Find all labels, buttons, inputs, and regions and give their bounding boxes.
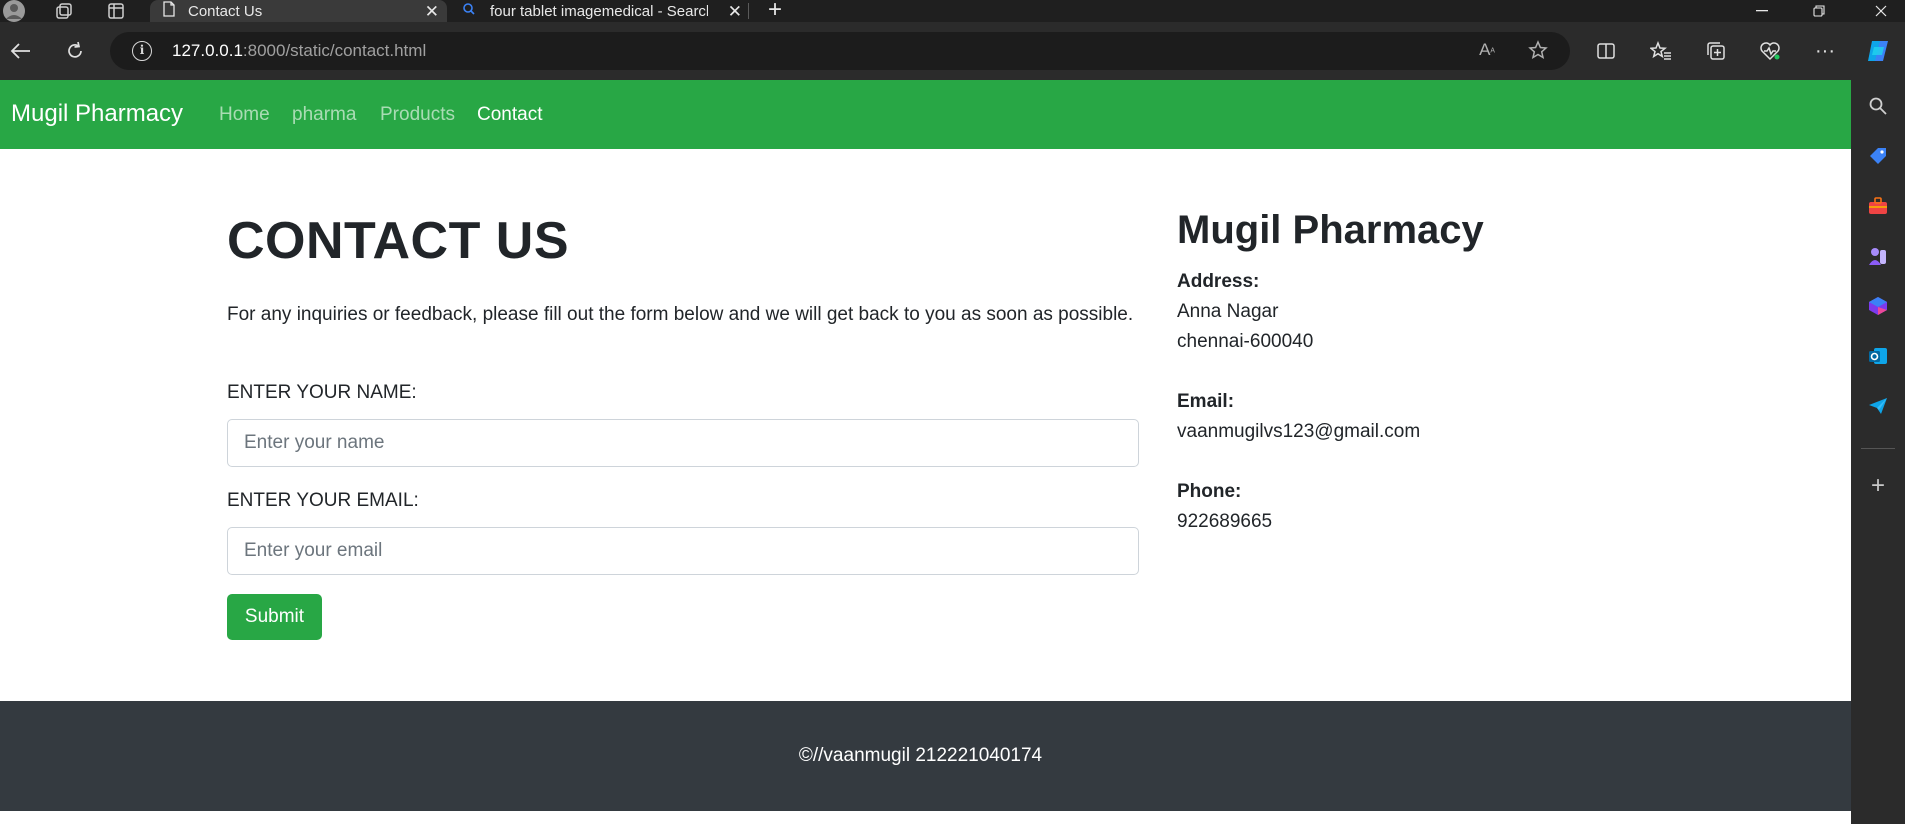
tab-actions-icon[interactable]: [102, 0, 130, 22]
new-tab-icon[interactable]: +: [762, 0, 788, 22]
search-icon: [462, 2, 476, 20]
tools-icon[interactable]: [1864, 192, 1892, 220]
tab-search[interactable]: four tablet imagemedical - Search ✕: [452, 0, 750, 22]
browser-essentials-icon[interactable]: [1754, 36, 1786, 66]
page-title: CONTACT US: [227, 212, 570, 270]
close-icon[interactable]: ✕: [425, 2, 439, 22]
info-icon[interactable]: i: [132, 41, 152, 61]
address-line: Anna Nagar: [1177, 301, 1279, 322]
close-window-icon[interactable]: [1857, 0, 1905, 22]
tab-strip: Contact Us ✕ four tablet imagemedical - …: [0, 0, 1905, 22]
profile-icon[interactable]: [0, 0, 28, 22]
workspaces-icon[interactable]: [50, 0, 78, 22]
tab-title: four tablet imagemedical - Search: [490, 2, 708, 20]
tab-contact-us[interactable]: Contact Us ✕: [150, 0, 447, 22]
phone-label: Phone:: [1177, 481, 1242, 502]
url-bar[interactable]: i 127.0.0.1:8000/static/contact.html Aᴬ: [110, 32, 1570, 70]
email-info-label: Email:: [1177, 391, 1235, 412]
email-value: vaanmugilvs123@gmail.com: [1177, 421, 1421, 442]
sidebar-search-icon[interactable]: [1864, 92, 1892, 120]
url-text[interactable]: 127.0.0.1:8000/static/contact.html: [172, 41, 426, 61]
outlook-icon[interactable]: [1864, 342, 1892, 370]
footer-text: ©//vaanmugil 212221040174: [798, 745, 1043, 766]
address-line: chennai-600040: [1177, 331, 1314, 352]
favorites-icon[interactable]: [1645, 36, 1677, 66]
navbar: Mugil Pharmacy Home pharma Products Cont…: [0, 80, 1851, 149]
phone-value: 922689665: [1177, 511, 1273, 532]
read-aloud-icon[interactable]: Aᴬ: [1475, 40, 1499, 62]
footer: ©//vaanmugil 212221040174: [0, 701, 1851, 811]
address-toolbar: i 127.0.0.1:8000/static/contact.html Aᴬ …: [0, 22, 1905, 80]
email-input[interactable]: [227, 527, 1139, 575]
nav-link-pharma[interactable]: pharma: [292, 104, 356, 126]
address-label: Address:: [1177, 271, 1260, 292]
edge-sidebar: +: [1851, 80, 1905, 824]
microsoft-365-icon[interactable]: [1864, 292, 1892, 320]
favorite-star-icon[interactable]: [1526, 40, 1550, 62]
refresh-icon[interactable]: [56, 33, 94, 69]
nav-link-contact[interactable]: Contact: [477, 104, 542, 126]
page-viewport: Mugil Pharmacy Home pharma Products Cont…: [0, 80, 1851, 824]
email-label: ENTER YOUR EMAIL:: [227, 490, 419, 511]
nav-link-products[interactable]: Products: [380, 104, 455, 126]
tab-separator: [748, 3, 749, 19]
minimize-icon[interactable]: [1738, 0, 1786, 22]
collections-icon[interactable]: [1700, 36, 1732, 66]
back-icon[interactable]: [2, 33, 40, 69]
name-label: ENTER YOUR NAME:: [227, 382, 417, 403]
drop-icon[interactable]: [1864, 392, 1892, 420]
restore-icon[interactable]: [1795, 0, 1843, 22]
sidebar-divider: [1861, 448, 1895, 449]
more-icon[interactable]: ···: [1809, 36, 1841, 66]
navbar-brand[interactable]: Mugil Pharmacy: [11, 100, 183, 128]
submit-button[interactable]: Submit: [227, 594, 322, 640]
info-title: Mugil Pharmacy: [1177, 208, 1484, 252]
tab-title: Contact Us: [188, 2, 263, 20]
add-icon[interactable]: +: [1864, 472, 1892, 500]
close-icon[interactable]: ✕: [728, 2, 742, 22]
shopping-icon[interactable]: [1864, 142, 1892, 170]
nav-link-home[interactable]: Home: [219, 104, 270, 126]
copilot-icon[interactable]: [1862, 36, 1894, 66]
intro-text: For any inquiries or feedback, please fi…: [227, 304, 1134, 325]
name-input[interactable]: [227, 419, 1139, 467]
split-screen-icon[interactable]: [1590, 36, 1622, 66]
page-icon: [162, 1, 176, 21]
games-icon[interactable]: [1864, 242, 1892, 270]
